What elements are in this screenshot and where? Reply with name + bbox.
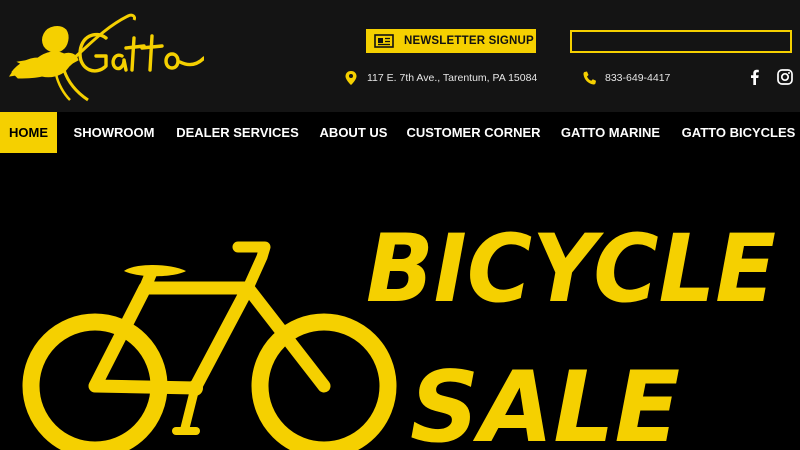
hero-title-line2: SALE [410,351,680,450]
nav-item-gatto-bicycles[interactable]: GATTO BICYCLES [677,112,800,153]
newsletter-signup-label: NEWSLETTER SIGNUP [404,35,534,47]
hero-banner: BICYCLE SALE [0,153,800,450]
hero-title-line1: BICYCLE [366,215,776,324]
nav-item-showroom[interactable]: SHOWROOM [64,112,164,153]
instagram-icon[interactable] [776,68,794,86]
nav-item-gatto-marine[interactable]: GATTO MARINE [552,112,669,153]
newspaper-icon [374,34,394,48]
saddle-icon [124,265,186,277]
newsletter-signup-button[interactable]: NEWSLETTER SIGNUP [366,29,536,53]
bicycle-sale-graphic: BICYCLE SALE [22,215,776,450]
nav-item-customer-corner[interactable]: CUSTOMER CORNER [402,112,545,153]
bicycle-icon [22,241,397,450]
address-text: 117 E. 7th Ave., Tarentum, PA 15084 [367,72,538,84]
nav-item-home[interactable]: HOME [0,112,57,153]
panther-logo-icon [8,13,206,102]
address-contact[interactable]: 117 E. 7th Ave., Tarentum, PA 15084 [344,70,537,86]
phone-icon [582,70,596,86]
phone-text: 833-649-4417 [605,72,671,84]
main-nav: HOME SHOWROOM DEALER SERVICES ABOUT US C… [0,112,800,153]
gatto-logo[interactable] [8,8,206,104]
phone-contact[interactable]: 833-649-4417 [582,70,670,86]
facebook-icon[interactable] [746,68,764,86]
nav-item-about-us[interactable]: ABOUT US [311,112,396,153]
nav-item-dealer-services[interactable]: DEALER SERVICES [170,112,305,153]
search-input[interactable] [570,30,792,53]
top-header: NEWSLETTER SIGNUP 117 E. 7th Ave., Taren… [0,0,800,112]
map-pin-icon [344,70,358,86]
